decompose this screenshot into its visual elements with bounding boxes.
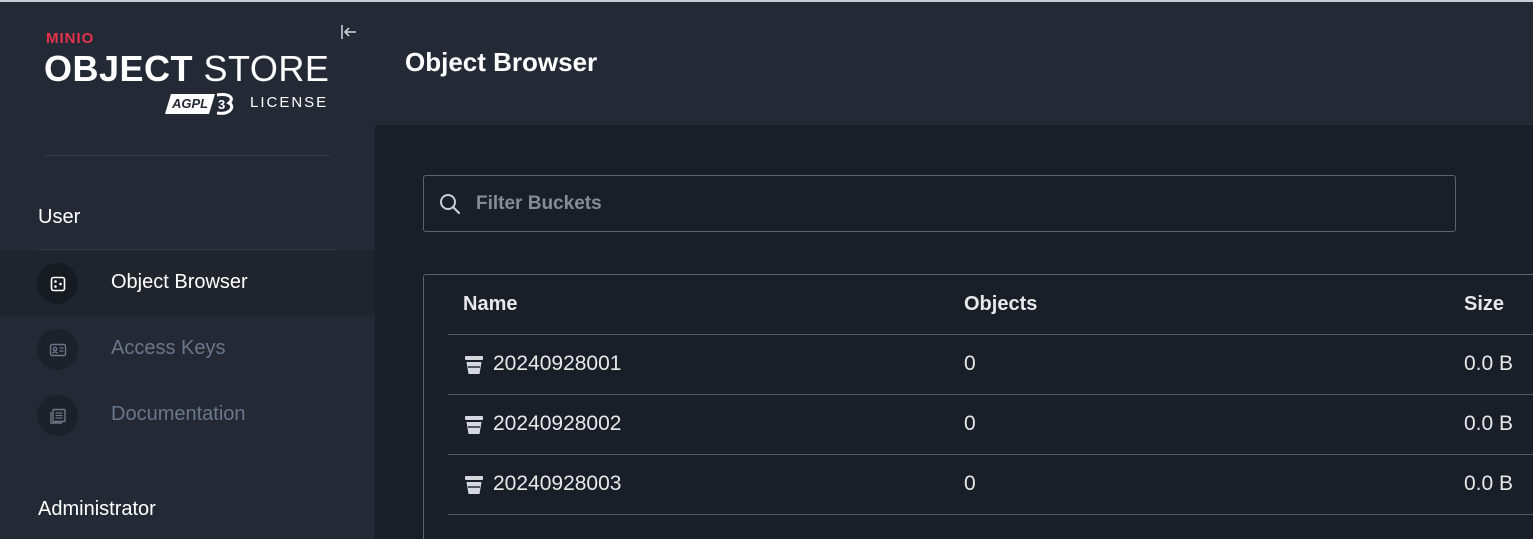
logo-product-light: STORE <box>203 48 330 89</box>
sidebar-item-documentation[interactable]: Documentation <box>0 382 375 448</box>
svg-text:AGPL: AGPL <box>171 96 208 111</box>
column-header-objects[interactable]: Objects <box>964 293 1037 316</box>
page-header: Object Browser <box>375 2 1533 125</box>
logo-license: LICENSE <box>250 94 329 111</box>
access-keys-icon <box>37 329 78 370</box>
bucket-objects: 0 <box>964 412 976 435</box>
bucket-objects: 0 <box>964 352 976 375</box>
bucket-icon <box>463 414 485 436</box>
table-row[interactable]: 20240928002 0 0.0 B <box>424 395 1533 455</box>
sidebar-item-access-keys[interactable]: Access Keys <box>0 316 375 382</box>
filter-buckets-search[interactable] <box>423 175 1456 232</box>
page-title: Object Browser <box>405 47 598 77</box>
table-row[interactable]: 20240928003 0 0.0 B <box>424 455 1533 515</box>
search-icon <box>439 193 461 215</box>
column-header-name[interactable]: Name <box>463 293 517 316</box>
section-title-user: User <box>38 206 81 228</box>
row-divider <box>448 514 1533 515</box>
minio-logo: MINIO OBJECT STORE AGPL 3 LICENSE <box>44 30 334 120</box>
search-input[interactable] <box>476 176 1436 231</box>
bucket-name: 20240928002 <box>493 412 622 435</box>
documentation-icon <box>37 395 78 436</box>
object-browser-icon <box>37 263 78 304</box>
sidebar-item-object-browser[interactable]: Object Browser <box>0 250 375 316</box>
agpl-badge-icon: AGPL 3 <box>165 92 237 116</box>
bucket-size: 0.0 B <box>1464 412 1514 435</box>
bucket-icon <box>463 354 485 376</box>
bucket-size: 0.0 B <box>1464 472 1514 495</box>
table-row[interactable]: 20240928001 0 0.0 B <box>424 335 1533 395</box>
logo-brand: MINIO <box>46 30 95 47</box>
bucket-size: 0.0 B <box>1464 352 1514 375</box>
column-header-size[interactable]: Size <box>1464 293 1504 316</box>
collapse-sidebar-icon[interactable] <box>338 22 362 44</box>
logo-product-bold: OBJECT <box>44 48 194 89</box>
sidebar: MINIO OBJECT STORE AGPL 3 LICENSE User O… <box>0 2 375 539</box>
sidebar-item-label: Documentation <box>111 403 246 425</box>
bucket-icon <box>463 474 485 496</box>
buckets-table: Name Objects Size 20240928001 0 0.0 B 20… <box>423 274 1533 539</box>
bucket-name: 20240928003 <box>493 472 622 495</box>
sidebar-divider <box>44 155 330 156</box>
section-title-administrator: Administrator <box>38 498 156 520</box>
svg-text:3: 3 <box>218 97 225 112</box>
logo-product: OBJECT STORE <box>44 48 329 90</box>
bucket-objects: 0 <box>964 472 976 495</box>
sidebar-item-label: Object Browser <box>111 271 248 293</box>
sidebar-item-label: Access Keys <box>111 337 226 359</box>
bucket-name: 20240928001 <box>493 352 622 375</box>
